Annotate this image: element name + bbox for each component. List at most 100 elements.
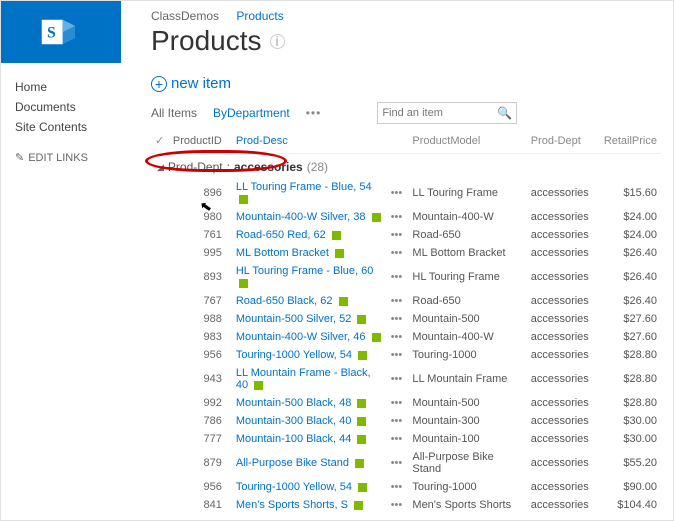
table-row[interactable]: 786Mountain-300 Black, 40 •••Mountain-30… [151,412,661,430]
table-row[interactable]: 879All-Purpose Bike Stand •••All-Purpose… [151,448,661,478]
ecb-menu[interactable]: ••• [387,310,409,328]
cell-price: $28.80 [600,394,661,412]
edit-links[interactable]: ✎ EDIT LINKS [15,151,121,164]
cell-id: 995 [169,244,232,262]
ecb-menu[interactable]: ••• [387,394,409,412]
new-flag-icon [239,279,248,288]
new-item-button[interactable]: + new item [151,75,673,92]
ecb-menu[interactable]: ••• [387,262,409,292]
ecb-menu[interactable]: ••• [387,430,409,448]
cell-desc[interactable]: Touring-1000 Yellow, 54 [232,346,387,364]
cell-model: Touring-1000 [408,478,526,496]
table-row[interactable]: 995ML Bottom Bracket •••ML Bottom Bracke… [151,244,661,262]
col-header-id[interactable]: ProductID [169,132,232,154]
ecb-menu[interactable]: ••• [387,346,409,364]
site-logo[interactable]: S [1,1,121,63]
table-row[interactable]: 992Mountain-500 Black, 48 •••Mountain-50… [151,394,661,412]
nav-home[interactable]: Home [15,77,121,97]
cell-price: $55.20 [600,448,661,478]
breadcrumb-list[interactable]: Products [236,9,283,23]
table-row[interactable]: 983Mountain-400-W Silver, 46 •••Mountain… [151,328,661,346]
new-flag-icon [332,231,341,240]
sharepoint-icon: S [40,11,82,53]
pencil-icon: ✎ [15,151,24,164]
cell-id: 841 [169,496,232,514]
search-box[interactable]: 🔍 [377,102,517,124]
breadcrumb-site[interactable]: ClassDemos [151,9,219,23]
page-title: Products i [151,25,298,57]
cell-model: Mountain-500 [408,310,526,328]
cell-desc[interactable]: Mountain-100 Black, 44 [232,430,387,448]
view-more-menu[interactable]: ••• [306,106,322,120]
table-row[interactable]: 761Road-650 Red, 62 •••Road-650accessori… [151,226,661,244]
cell-desc[interactable]: LL Touring Frame - Blue, 54 [232,178,387,208]
ecb-menu[interactable]: ••• [387,364,409,394]
cell-id: 879 [169,448,232,478]
cell-desc[interactable]: All-Purpose Bike Stand [232,448,387,478]
table-row[interactable]: 893HL Touring Frame - Blue, 60 •••HL Tou… [151,262,661,292]
new-flag-icon [335,249,344,258]
cell-dept: accessories [527,208,600,226]
table-row[interactable]: 943LL Mountain Frame - Black, 40 •••LL M… [151,364,661,394]
cell-model: HL Touring Frame [408,262,526,292]
quick-launch: Home Documents Site Contents ✎ EDIT LINK… [1,71,121,514]
ecb-menu[interactable]: ••• [387,448,409,478]
col-header-model[interactable]: ProductModel [408,132,526,154]
table-row[interactable]: 777Mountain-100 Black, 44 •••Mountain-10… [151,430,661,448]
cell-desc[interactable]: HL Touring Frame - Blue, 60 [232,262,387,292]
ecb-menu[interactable]: ••• [387,226,409,244]
cell-desc[interactable]: Mountain-500 Black, 48 [232,394,387,412]
cell-price: $28.80 [600,364,661,394]
table-row[interactable]: 980Mountain-400-W Silver, 38 •••Mountain… [151,208,661,226]
cell-dept: accessories [527,262,600,292]
cell-dept: accessories [527,178,600,208]
ecb-menu[interactable]: ••• [387,412,409,430]
table-row[interactable]: 956Touring-1000 Yellow, 54 •••Touring-10… [151,346,661,364]
cell-desc[interactable]: Road-650 Black, 62 [232,292,387,310]
ecb-menu[interactable]: ••• [387,244,409,262]
cell-model: ML Bottom Bracket [408,244,526,262]
table-row[interactable]: 956Touring-1000 Yellow, 54 •••Touring-10… [151,478,661,496]
cell-price: $27.60 [600,328,661,346]
cell-desc[interactable]: Touring-1000 Yellow, 54 [232,478,387,496]
table-row[interactable]: 896LL Touring Frame - Blue, 54 •••LL Tou… [151,178,661,208]
table-row[interactable]: 767Road-650 Black, 62 •••Road-650accesso… [151,292,661,310]
cell-model: Mountain-400-W [408,208,526,226]
info-icon[interactable]: i [270,34,285,49]
cell-id: 956 [169,478,232,496]
table-row[interactable]: 988Mountain-500 Silver, 52 •••Mountain-5… [151,310,661,328]
nav-site-contents[interactable]: Site Contents [15,117,121,137]
cell-desc[interactable]: ML Bottom Bracket [232,244,387,262]
ecb-menu[interactable]: ••• [387,178,409,208]
cell-desc[interactable]: Mountain-400-W Silver, 46 [232,328,387,346]
cell-desc[interactable]: Road-650 Red, 62 [232,226,387,244]
table-row[interactable]: 841Men's Sports Shorts, S •••Men's Sport… [151,496,661,514]
cell-desc[interactable]: Mountain-400-W Silver, 38 [232,208,387,226]
col-header-desc[interactable]: Prod-Desc [232,132,387,154]
cell-model: All-Purpose Bike Stand [408,448,526,478]
new-flag-icon [339,297,348,306]
cell-model: Mountain-300 [408,412,526,430]
cell-desc[interactable]: Men's Sports Shorts, S [232,496,387,514]
cell-dept: accessories [527,346,600,364]
cell-id: 761 [169,226,232,244]
cell-desc[interactable]: Mountain-500 Silver, 52 [232,310,387,328]
col-header-select[interactable]: ✓ [151,132,169,154]
view-by-department[interactable]: ByDepartment [213,106,290,120]
search-input[interactable] [382,107,512,119]
group-header-row[interactable]: ◢ Prod-Dept : accessories (28) [151,154,661,179]
ecb-menu[interactable]: ••• [387,496,409,514]
col-header-price[interactable]: RetailPrice [600,132,661,154]
ecb-menu[interactable]: ••• [387,328,409,346]
ecb-menu[interactable]: ••• [387,292,409,310]
cell-price: $30.00 [600,430,661,448]
ecb-menu[interactable]: ••• [387,208,409,226]
col-header-dept[interactable]: Prod-Dept [527,132,600,154]
nav-documents[interactable]: Documents [15,97,121,117]
ecb-menu[interactable]: ••• [387,478,409,496]
view-all-items[interactable]: All Items [151,106,197,120]
search-icon[interactable]: 🔍 [497,106,512,120]
cell-desc[interactable]: Mountain-300 Black, 40 [232,412,387,430]
cell-desc[interactable]: LL Mountain Frame - Black, 40 [232,364,387,394]
cell-dept: accessories [527,412,600,430]
